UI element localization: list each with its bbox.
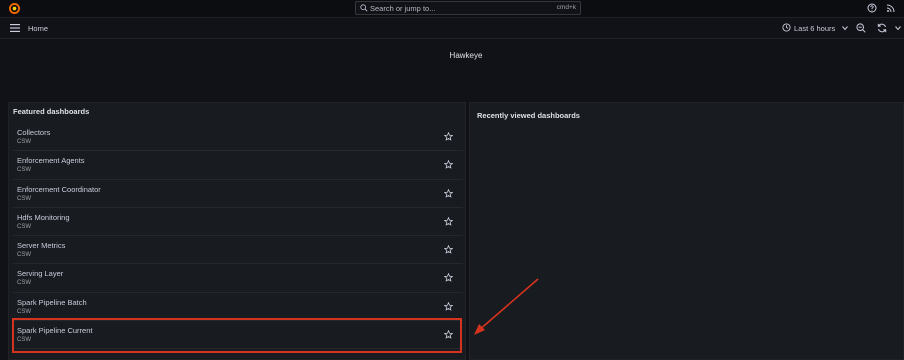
dashboard-folder-tag: CSW (17, 139, 31, 145)
navigation-bar: Home Last 6 hours (0, 18, 904, 39)
breadcrumb-home[interactable]: Home (28, 24, 48, 33)
dashboard-list-item[interactable]: Hdfs Monitoring CSW (13, 208, 463, 237)
dashboard-name[interactable]: Serving Layer (17, 269, 63, 278)
dashboard-list-item[interactable]: Collectors CSW (13, 123, 463, 152)
star-icon[interactable] (444, 245, 453, 254)
rss-icon[interactable] (886, 3, 896, 13)
dashboard-folder-tag: CSW (17, 195, 31, 202)
dashboard-name[interactable]: Enforcement Coordinator (17, 185, 101, 194)
dashboard-folder-tag: CSW (17, 223, 31, 230)
dashboard-folder-tag: CSW (17, 252, 31, 259)
star-icon[interactable] (444, 132, 453, 141)
zoom-out-icon[interactable] (856, 23, 866, 33)
panel-title: Featured dashboards (13, 107, 90, 116)
dashboard-name[interactable]: Hdfs Monitoring (17, 213, 70, 222)
search-bar[interactable]: Search or jump to... cmd+k (355, 1, 581, 15)
refresh-icon[interactable] (877, 23, 887, 33)
dashboard-folder-tag: CSW (17, 308, 31, 315)
dashboard-name[interactable]: Enforcement Agents (17, 156, 85, 165)
dashboard-name[interactable]: Server Metrics (17, 241, 65, 250)
dashboard-folder-tag: CSW (17, 167, 31, 174)
dashboard-name[interactable]: Collectors (17, 128, 50, 137)
dashboard-list-item[interactable]: Server Metrics CSW (13, 236, 463, 265)
time-range-label: Last 6 hours (794, 24, 836, 33)
dashboard-list-item[interactable]: Enforcement Coordinator CSW (13, 180, 463, 208)
dashboard-list-item[interactable]: Serving Layer CSW (13, 264, 463, 293)
help-icon[interactable] (867, 3, 877, 13)
chevron-down-icon (842, 26, 848, 31)
dashboard-name[interactable]: Spark Pipeline Batch (17, 298, 87, 307)
grafana-logo-icon[interactable] (9, 3, 20, 14)
annotation-arrow-icon (474, 278, 539, 335)
dashboard-list-item[interactable]: Spark Pipeline Batch CSW (13, 293, 463, 322)
star-icon[interactable] (444, 216, 453, 226)
highlight-box (12, 318, 462, 353)
search-placeholder: Search or jump to... (370, 4, 436, 13)
star-icon[interactable] (444, 160, 453, 170)
top-bar: Search or jump to... cmd+k (0, 0, 904, 18)
dashboard-list: Collectors CSW Enforcement Agents CSW En… (13, 123, 463, 350)
star-icon[interactable] (444, 188, 453, 198)
hamburger-menu-icon[interactable] (10, 24, 20, 32)
panel-title: Recently viewed dashboards (477, 111, 580, 120)
dashboard-title: Hawkeye (449, 51, 483, 60)
refresh-interval-chevron-icon[interactable] (894, 23, 902, 33)
star-icon[interactable] (444, 301, 453, 311)
dashboard-list-item[interactable]: Enforcement Agents CSW (13, 151, 463, 180)
clock-icon (782, 23, 791, 32)
search-icon (360, 4, 368, 12)
search-shortcut: cmd+k (556, 4, 576, 11)
star-icon[interactable] (444, 273, 453, 283)
dashboard-folder-tag: CSW (17, 280, 31, 287)
